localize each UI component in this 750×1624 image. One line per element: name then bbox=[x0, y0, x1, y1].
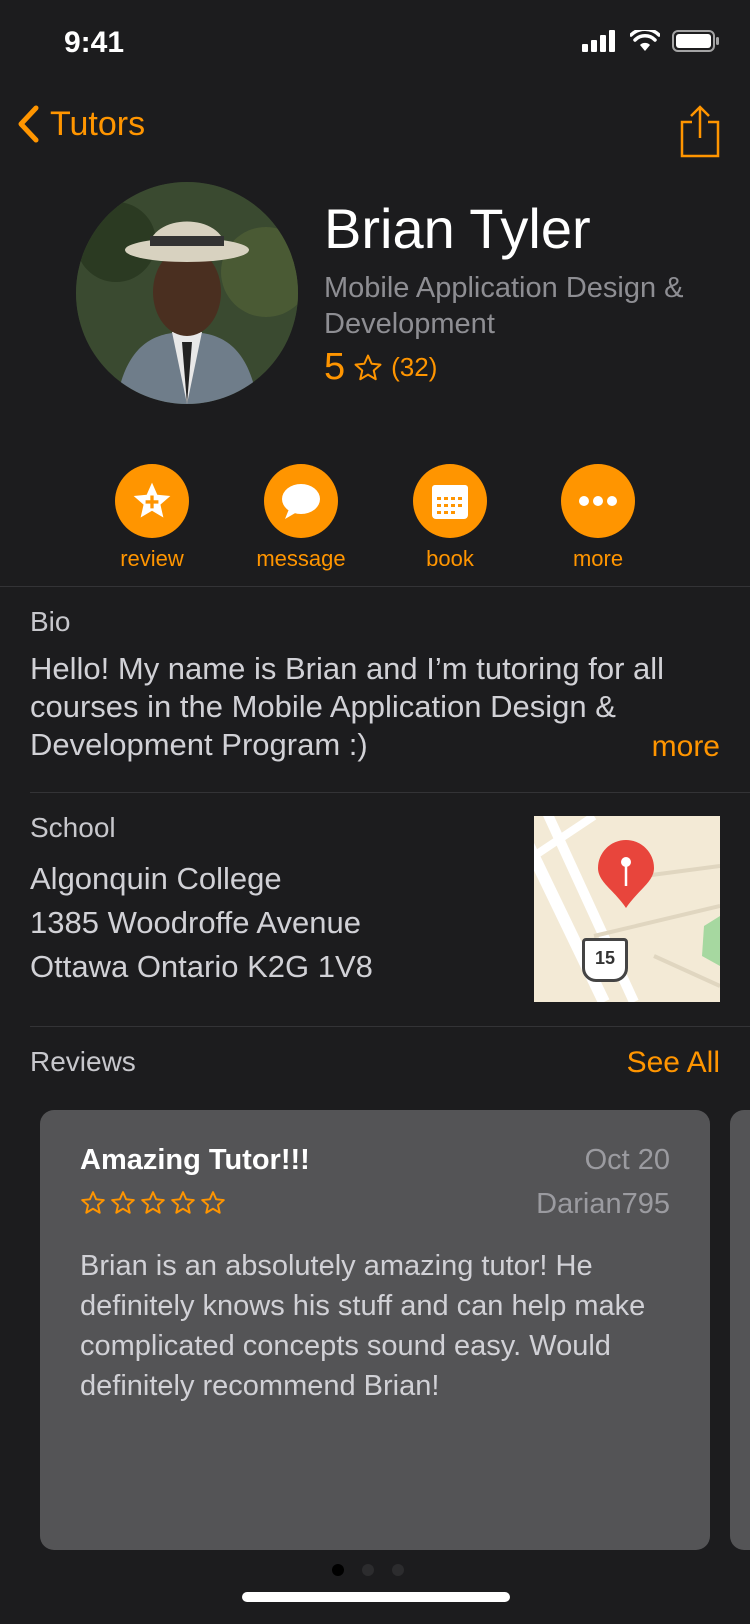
review-button[interactable]: review bbox=[82, 464, 222, 572]
star-outline-icon bbox=[81, 1191, 105, 1214]
star-outline-icon bbox=[171, 1191, 195, 1214]
divider bbox=[0, 586, 750, 587]
cellular-signal-icon bbox=[582, 30, 615, 52]
page-dot[interactable] bbox=[392, 1564, 404, 1576]
star-outline-icon bbox=[201, 1191, 225, 1214]
home-indicator[interactable] bbox=[242, 1592, 510, 1602]
route-shield: 15 bbox=[582, 938, 628, 982]
bio-label: Bio bbox=[30, 606, 71, 637]
school-city: Ottawa Ontario K2G 1V8 bbox=[30, 949, 373, 984]
share-button[interactable] bbox=[678, 104, 722, 163]
ellipsis-icon bbox=[579, 496, 617, 506]
page-dot[interactable] bbox=[362, 1564, 374, 1576]
star-plus-icon bbox=[133, 482, 171, 518]
share-icon bbox=[680, 105, 720, 158]
status-time: 9:41 bbox=[64, 26, 125, 59]
school-label: School bbox=[30, 812, 116, 843]
back-label: Tutors bbox=[50, 104, 146, 143]
review-title: Amazing Tutor!!! bbox=[80, 1144, 310, 1176]
school-map-thumbnail[interactable]: 15 bbox=[534, 816, 720, 1002]
tutor-rating: 5 (32) bbox=[324, 346, 437, 389]
tutor-name: Brian Tyler bbox=[324, 197, 591, 260]
school-address: Algonquin College 1385 Woodroffe Avenue … bbox=[30, 857, 373, 989]
review-body: Brian is an absolutely amazing tutor! He… bbox=[80, 1250, 646, 1402]
speech-bubble-icon bbox=[282, 484, 320, 519]
star-outline-icon bbox=[354, 354, 382, 380]
wifi-icon bbox=[630, 30, 660, 51]
bio-more-link[interactable]: more bbox=[652, 730, 720, 764]
book-button[interactable]: book bbox=[380, 464, 520, 572]
school-name: Algonquin College bbox=[30, 861, 282, 896]
status-icons bbox=[582, 30, 720, 52]
bio-text: Hello! My name is Brian and I’m tutoring… bbox=[30, 651, 665, 762]
battery-icon bbox=[672, 30, 719, 52]
page-dot-active[interactable] bbox=[332, 1564, 344, 1576]
review-label: review bbox=[120, 546, 184, 571]
chevron-left-icon bbox=[18, 105, 39, 143]
school-street: 1385 Woodroffe Avenue bbox=[30, 905, 361, 940]
rating-count: (32) bbox=[391, 352, 438, 382]
star-outline-icon bbox=[111, 1191, 135, 1214]
reviews-label: Reviews bbox=[30, 1046, 136, 1077]
message-button[interactable]: message bbox=[231, 464, 371, 572]
divider bbox=[30, 792, 750, 793]
message-label: message bbox=[256, 546, 346, 571]
review-date: Oct 20 bbox=[584, 1144, 670, 1176]
tutor-program: Mobile Application Design & Development bbox=[324, 272, 684, 340]
see-all-link[interactable]: See All bbox=[627, 1046, 720, 1080]
more-actions-label: more bbox=[572, 546, 624, 571]
rating-value: 5 bbox=[324, 346, 346, 388]
star-outline-icon bbox=[141, 1191, 165, 1214]
review-stars bbox=[80, 1190, 226, 1216]
avatar-portrait-icon bbox=[76, 182, 298, 404]
tutor-avatar bbox=[76, 182, 298, 404]
calendar-icon bbox=[432, 485, 468, 519]
review-card-next[interactable] bbox=[730, 1110, 750, 1550]
back-button[interactable]: Tutors bbox=[16, 104, 145, 144]
map-pin-icon bbox=[598, 840, 654, 908]
page-indicator[interactable] bbox=[332, 1564, 404, 1576]
more-actions-button[interactable]: more bbox=[528, 464, 668, 572]
review-author: Darian795 bbox=[536, 1188, 670, 1220]
book-label: book bbox=[426, 546, 474, 571]
divider bbox=[30, 1026, 750, 1027]
